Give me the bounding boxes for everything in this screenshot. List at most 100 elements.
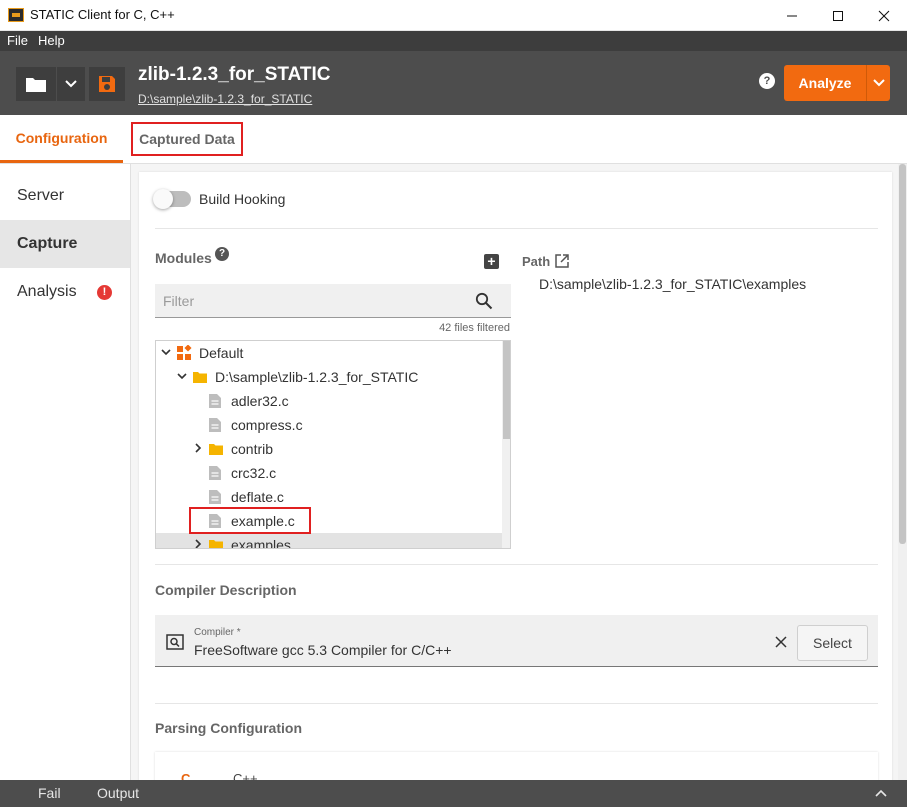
window-title: STATIC Client for C, C++ — [30, 7, 175, 22]
chevron-right-icon[interactable] — [192, 442, 204, 454]
sidebar-item-label: Analysis — [17, 283, 77, 300]
chevron-down-icon[interactable] — [160, 346, 172, 358]
chevron-up-icon[interactable] — [874, 788, 888, 798]
tree-item-label: compress.c — [231, 417, 303, 433]
folder-icon — [193, 372, 207, 383]
project-header: zlib-1.2.3_for_STATIC D:\sample\zlib-1.2… — [0, 51, 907, 115]
tree-scrollbar[interactable] — [502, 341, 510, 548]
tree-row-folder-selected[interactable]: examples — [156, 533, 502, 549]
tree-row-default[interactable]: Default — [156, 341, 502, 365]
file-icon — [209, 394, 221, 408]
compiler-value: FreeSoftware gcc 5.3 Compiler for C/C++ — [194, 642, 452, 658]
folder-icon — [209, 540, 223, 548]
analyze-dropdown-button[interactable] — [866, 65, 890, 101]
chevron-down-icon — [65, 80, 77, 88]
sidebar-item-label: Server — [17, 187, 65, 204]
compiler-description-label: Compiler Description — [155, 582, 297, 598]
tree-row-file[interactable]: example.c — [156, 509, 502, 533]
output-tab[interactable]: Output — [97, 785, 139, 801]
open-external-icon[interactable] — [554, 253, 570, 269]
chevron-down-icon[interactable] — [176, 370, 188, 382]
open-dropdown-button[interactable] — [57, 67, 85, 101]
tab-bar: Configuration Captured Data — [0, 115, 907, 164]
tree-row-file[interactable]: adler32.c — [156, 389, 502, 413]
tree-item-label: crc32.c — [231, 465, 277, 481]
menu-file[interactable]: File — [7, 33, 28, 48]
scrollbar-thumb[interactable] — [503, 341, 510, 439]
module-tree: Default D:\sample\zlib-1.2.3_for_STATIC … — [155, 340, 511, 549]
chevron-right-icon[interactable] — [192, 538, 204, 549]
save-icon — [99, 76, 115, 92]
search-icon[interactable] — [475, 292, 493, 310]
compiler-field: Compiler * FreeSoftware gcc 5.3 Compiler… — [155, 615, 878, 667]
files-filtered-count: 42 files filtered — [439, 322, 510, 334]
save-button[interactable] — [89, 67, 125, 101]
fail-tab[interactable]: Fail — [38, 785, 61, 801]
select-compiler-button[interactable]: Select — [797, 625, 868, 661]
divider — [155, 703, 878, 704]
divider — [155, 228, 878, 229]
maximize-button[interactable] — [815, 0, 861, 31]
close-icon — [878, 10, 890, 21]
tree-row-folder[interactable]: contrib — [156, 437, 502, 461]
help-icon[interactable]: ? — [759, 73, 775, 89]
chevron-down-icon — [872, 79, 885, 87]
path-label: Path — [522, 254, 551, 269]
sidebar: Server Capture Analysis ! — [0, 164, 131, 780]
tree-item-label: D:\sample\zlib-1.2.3_for_STATIC — [215, 369, 419, 385]
project-title: zlib-1.2.3_for_STATIC — [138, 64, 331, 85]
add-module-button[interactable]: + — [484, 254, 499, 269]
file-icon — [209, 418, 221, 432]
file-icon — [209, 514, 221, 528]
clear-icon[interactable] — [775, 636, 787, 648]
tab-configuration[interactable]: Configuration — [0, 115, 123, 163]
content-scrollbar[interactable] — [898, 164, 907, 780]
tree-row-file[interactable]: deflate.c — [156, 485, 502, 509]
sidebar-item-analysis[interactable]: Analysis ! — [0, 268, 130, 316]
tree-item-label: deflate.c — [231, 489, 284, 505]
minimize-icon — [787, 15, 797, 16]
close-button[interactable] — [861, 0, 907, 31]
file-icon — [209, 466, 221, 480]
folder-icon — [26, 78, 46, 92]
analyze-button[interactable]: Analyze — [784, 65, 866, 101]
divider — [155, 564, 878, 565]
bottom-bar: Fail Output — [0, 780, 907, 807]
open-folder-button[interactable] — [16, 67, 56, 101]
filter-box — [155, 284, 511, 318]
sidebar-item-server[interactable]: Server — [0, 172, 130, 220]
modules-help-icon[interactable]: ? — [215, 247, 229, 261]
minimize-button[interactable] — [769, 0, 815, 31]
file-icon — [209, 490, 221, 504]
tree-item-label: contrib — [231, 441, 274, 457]
maximize-icon — [833, 10, 843, 21]
tree-row-file[interactable]: compress.c — [156, 413, 502, 437]
toggle-knob — [153, 189, 173, 209]
menu-help[interactable]: Help — [38, 33, 65, 48]
compiler-search-icon — [166, 634, 184, 650]
app-icon — [8, 8, 24, 22]
build-hooking-label: Build Hooking — [199, 191, 286, 207]
build-hooking-toggle[interactable] — [153, 189, 191, 209]
module-icon — [177, 345, 192, 360]
folder-icon — [209, 444, 223, 455]
tree-item-label: Default — [199, 345, 244, 361]
tree-item-label: adler32.c — [231, 393, 289, 409]
parsing-configuration-label: Parsing Configuration — [155, 720, 302, 736]
menu-bar: File Help — [0, 31, 907, 51]
tree-item-label: example.c — [231, 513, 295, 529]
scrollbar-thumb[interactable] — [899, 164, 906, 544]
sidebar-item-capture[interactable]: Capture — [0, 220, 130, 268]
error-badge-icon: ! — [97, 285, 112, 300]
title-bar: STATIC Client for C, C++ — [0, 0, 907, 31]
modules-label: Modules — [155, 250, 212, 266]
tree-row-root-folder[interactable]: D:\sample\zlib-1.2.3_for_STATIC — [156, 365, 502, 389]
tree-row-file[interactable]: crc32.c — [156, 461, 502, 485]
path-value: D:\sample\zlib-1.2.3_for_STATIC\examples — [539, 276, 807, 292]
filter-input[interactable] — [163, 291, 463, 311]
tab-captured-data[interactable]: Captured Data — [131, 122, 243, 156]
sidebar-item-label: Capture — [17, 235, 78, 252]
tree-item-label: examples — [231, 537, 291, 549]
compiler-field-label: Compiler * — [194, 627, 241, 638]
project-path-link[interactable]: D:\sample\zlib-1.2.3_for_STATIC — [138, 92, 312, 106]
